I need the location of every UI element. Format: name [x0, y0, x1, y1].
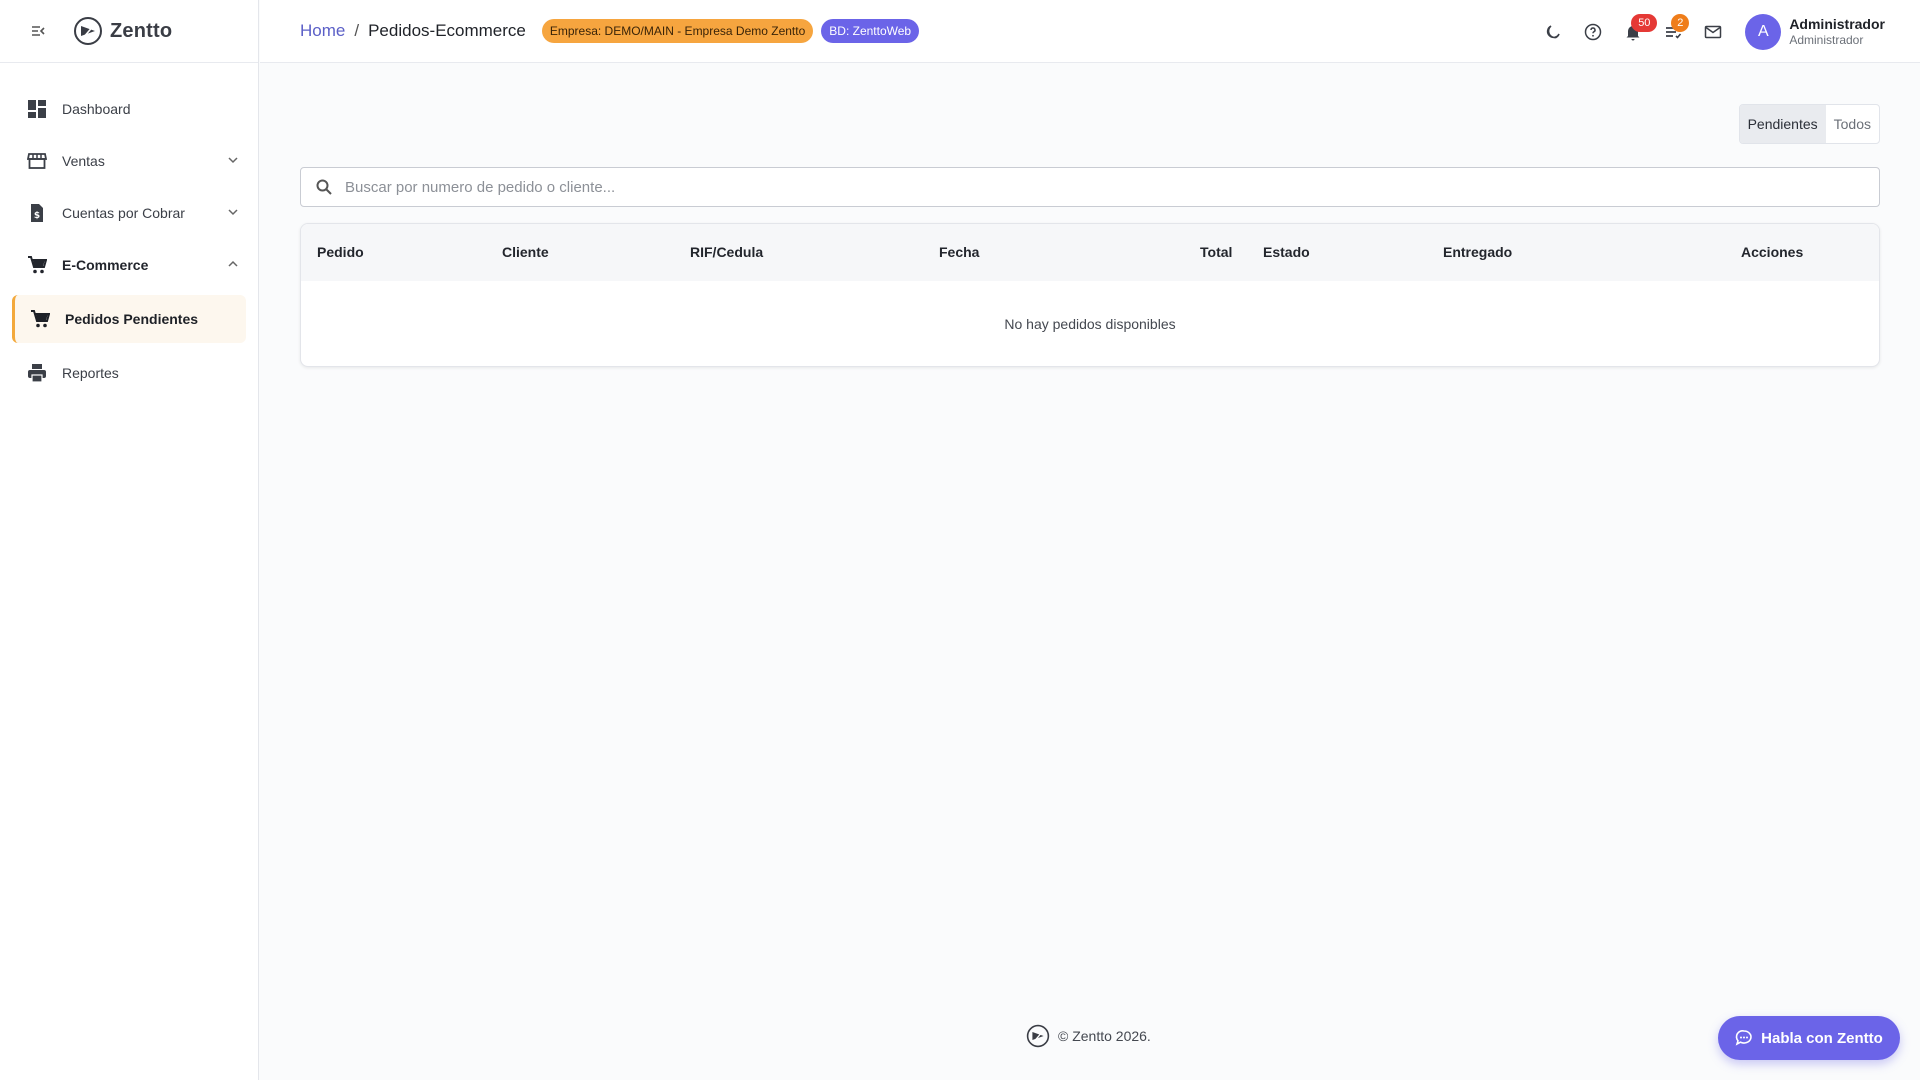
menu-collapse-icon[interactable] [30, 23, 46, 39]
column-header-total[interactable]: Total [1200, 224, 1232, 281]
toggle-todos[interactable]: Todos [1826, 105, 1879, 143]
column-header-cliente[interactable]: Cliente [502, 224, 549, 281]
cart-icon [29, 308, 51, 330]
chat-button[interactable]: Habla con Zentto [1718, 1016, 1900, 1060]
tasks-badge: 2 [1671, 13, 1690, 32]
column-header-pedido[interactable]: Pedido [317, 224, 364, 281]
sidebar-item-reportes[interactable]: Reportes [0, 347, 258, 399]
zentto-logo-icon [74, 17, 102, 45]
search-field [300, 167, 1880, 207]
user-name: Administrador [1789, 15, 1885, 32]
sidebar-nav: Dashboard Ventas $ Cuentas por Cobrar E-… [0, 63, 258, 399]
help-circle-icon [1585, 23, 1602, 40]
search-input[interactable] [343, 177, 1879, 197]
sidebar-item-label: E-Commerce [62, 257, 149, 273]
breadcrumb-separator: / [354, 21, 360, 40]
chevron-up-icon [228, 260, 238, 267]
status-filter-toggle: Pendientes Todos [1738, 104, 1880, 144]
store-icon [26, 150, 48, 172]
table-header: Pedido Cliente RIF/Cedula Fecha Total Es… [301, 224, 1879, 281]
printer-icon [26, 362, 48, 384]
sidebar-brand: Zentto [0, 0, 258, 63]
sidebar-item-ventas[interactable]: Ventas [0, 135, 258, 187]
orders-table: Pedido Cliente RIF/Cedula Fecha Total Es… [300, 223, 1880, 367]
mail-icon [1705, 25, 1722, 38]
chat-button-label: Habla con Zentto [1761, 1029, 1883, 1047]
toggle-pendientes[interactable]: Pendientes [1739, 105, 1826, 143]
theme-toggle-button[interactable] [1533, 12, 1573, 52]
sidebar: Zentto Dashboard Ventas $ Cuentas por Co… [0, 0, 259, 1080]
sidebar-item-label: Pedidos Pendientes [65, 311, 199, 327]
chevron-down-icon [228, 209, 238, 216]
notifications-button[interactable]: 50 [1613, 12, 1658, 52]
zentto-logo-icon [1026, 1024, 1050, 1048]
user-info[interactable]: Administrador Administrador [1789, 15, 1885, 49]
messages-button[interactable] [1693, 12, 1733, 52]
sidebar-item-label: Reportes [62, 365, 119, 381]
avatar[interactable]: A [1745, 13, 1782, 50]
chat-bubble-icon [1735, 1030, 1752, 1046]
footer: © Zentto 2026. [1026, 1024, 1151, 1048]
search-icon [316, 179, 332, 195]
sidebar-item-label: Cuentas por Cobrar [62, 205, 185, 221]
sidebar-item-cuentas-por-cobrar[interactable]: $ Cuentas por Cobrar [0, 187, 258, 239]
empty-state-message: No hay pedidos disponibles [1004, 316, 1176, 332]
breadcrumb-home-link[interactable]: Home [300, 21, 345, 41]
sidebar-item-pedidos-pendientes[interactable]: Pedidos Pendientes [12, 295, 246, 343]
empresa-chip[interactable]: Empresa: DEMO/MAIN - Empresa Demo Zentto [541, 19, 814, 43]
chevron-down-icon [228, 157, 238, 164]
cart-icon [26, 254, 48, 276]
sidebar-item-dashboard[interactable]: Dashboard [0, 83, 258, 135]
user-role: Administrador [1789, 32, 1864, 47]
page-title: Pedidos-Ecommerce [368, 21, 526, 40]
sidebar-item-e-commerce[interactable]: E-Commerce [0, 239, 258, 291]
breadcrumb: Home / Pedidos-Ecommerce [300, 21, 526, 41]
column-header-estado[interactable]: Estado [1263, 224, 1310, 281]
column-header-acciones: Acciones [1741, 244, 1804, 260]
moon-icon [1547, 24, 1561, 38]
dashboard-icon [26, 98, 48, 120]
brand-name: Zentto [110, 19, 173, 42]
topbar-actions: 50 2 A Administrador Administrador [1533, 0, 1920, 63]
copyright-text: © Zentto 2026. [1058, 1028, 1151, 1044]
help-button[interactable] [1573, 12, 1613, 52]
column-header-rif-cedula[interactable]: RIF/Cedula [690, 224, 763, 281]
invoice-dollar-icon: $ [26, 202, 48, 224]
topbar: Home / Pedidos-Ecommerce Empresa: DEMO/M… [260, 0, 1920, 63]
sidebar-item-label: Dashboard [62, 101, 131, 117]
sidebar-item-label: Ventas [62, 153, 105, 169]
column-header-fecha[interactable]: Fecha [939, 224, 979, 281]
tasks-button[interactable]: 2 [1653, 12, 1693, 52]
column-header-entregado[interactable]: Entregado [1443, 224, 1512, 281]
svg-text:$: $ [34, 211, 40, 221]
database-chip[interactable]: BD: ZenttoWeb [821, 19, 920, 43]
